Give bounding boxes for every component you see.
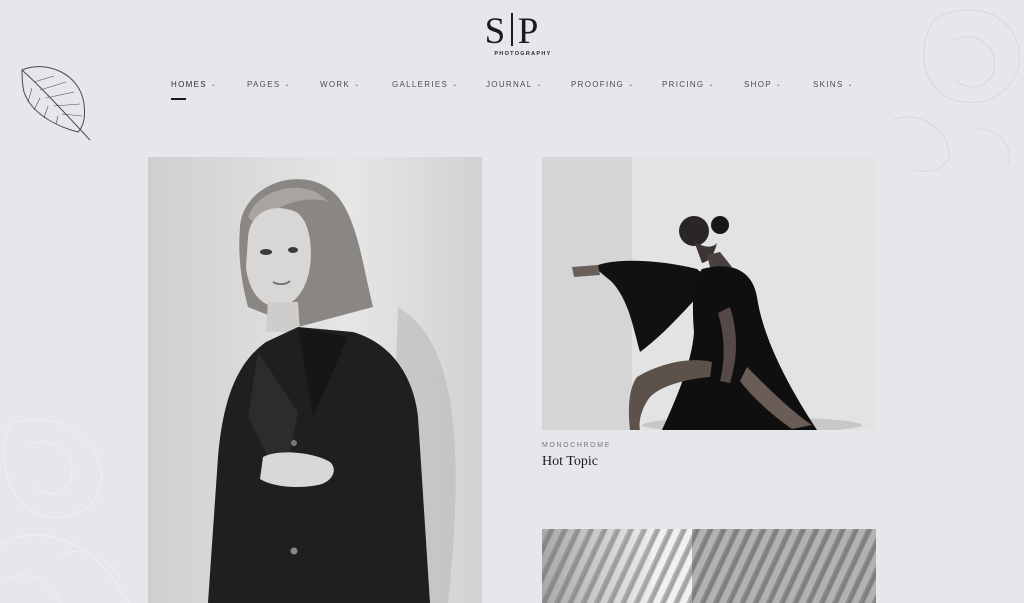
- chevron-down-icon: ⌄: [847, 82, 854, 88]
- nav-item-label: PAGES: [247, 80, 281, 89]
- nav-item-label: GALLERIES: [392, 80, 449, 89]
- chevron-down-icon: ⌄: [628, 82, 635, 88]
- nav-item-label: PROOFING: [571, 80, 625, 89]
- nav-item-label: WORK: [320, 80, 351, 89]
- post-image-portrait[interactable]: [148, 157, 482, 603]
- leaf-illustration-icon: [21, 66, 91, 141]
- logo-letter-p: P: [517, 11, 540, 52]
- chevron-down-icon: ⌄: [536, 82, 543, 88]
- chevron-down-icon: ⌄: [775, 82, 783, 88]
- site-logo[interactable]: SP PHOTOGRAPHY: [0, 12, 1024, 58]
- chevron-down-icon: ⌄: [210, 82, 218, 88]
- nav-item-work[interactable]: WORK ⌄: [320, 80, 360, 89]
- nav-item-shop[interactable]: SHOP ⌄: [744, 80, 782, 89]
- post-image-hot-topic[interactable]: [542, 157, 876, 430]
- chevron-down-icon: ⌄: [284, 82, 291, 88]
- nav-item-pricing[interactable]: PRICING ⌄: [662, 80, 715, 89]
- logo-subtitle: PHOTOGRAPHY: [494, 51, 552, 57]
- chevron-down-icon: ⌄: [452, 82, 459, 88]
- logo-letter-s: S: [484, 11, 507, 52]
- nav-item-label: SHOP: [744, 80, 772, 89]
- photo-shade: [692, 529, 876, 603]
- nav-item-journal[interactable]: JOURNAL ⌄: [486, 80, 543, 89]
- post-image-stripes[interactable]: [542, 529, 876, 603]
- photo-shade: [542, 529, 652, 603]
- nav-item-proofing[interactable]: PROOFING ⌄: [571, 80, 634, 89]
- logo-mark: SP: [0, 12, 1024, 52]
- logo-divider: [511, 13, 513, 46]
- chevron-down-icon: ⌄: [708, 82, 715, 88]
- portrait-woman-photo: [148, 157, 482, 603]
- post-title[interactable]: Hot Topic: [542, 454, 598, 470]
- nav-item-galleries[interactable]: GALLERIES ⌄: [392, 80, 459, 89]
- dancer-photo: [542, 157, 876, 430]
- nav-item-homes[interactable]: HOMES ⌄: [171, 80, 217, 89]
- active-nav-indicator: [171, 98, 186, 100]
- nav-item-skins[interactable]: SKINS ⌄: [813, 80, 854, 89]
- chevron-down-icon: ⌄: [354, 82, 361, 88]
- page: SP PHOTOGRAPHY HOMES ⌄ PAGES ⌄ WORK ⌄ GALLE…: [0, 0, 1024, 603]
- nav-item-label: PRICING: [662, 80, 705, 89]
- nav-item-label: JOURNAL: [486, 80, 533, 89]
- nav-item-label: HOMES: [171, 80, 207, 89]
- nav-item-pages[interactable]: PAGES ⌄: [247, 80, 291, 89]
- post-category[interactable]: MONOCHROME: [542, 442, 611, 449]
- main-navigation: HOMES ⌄ PAGES ⌄ WORK ⌄ GALLERIES ⌄ JOURNAL ⌄ …: [0, 80, 1024, 96]
- nav-item-label: SKINS: [813, 80, 844, 89]
- floral-outline-icon: [0, 418, 131, 603]
